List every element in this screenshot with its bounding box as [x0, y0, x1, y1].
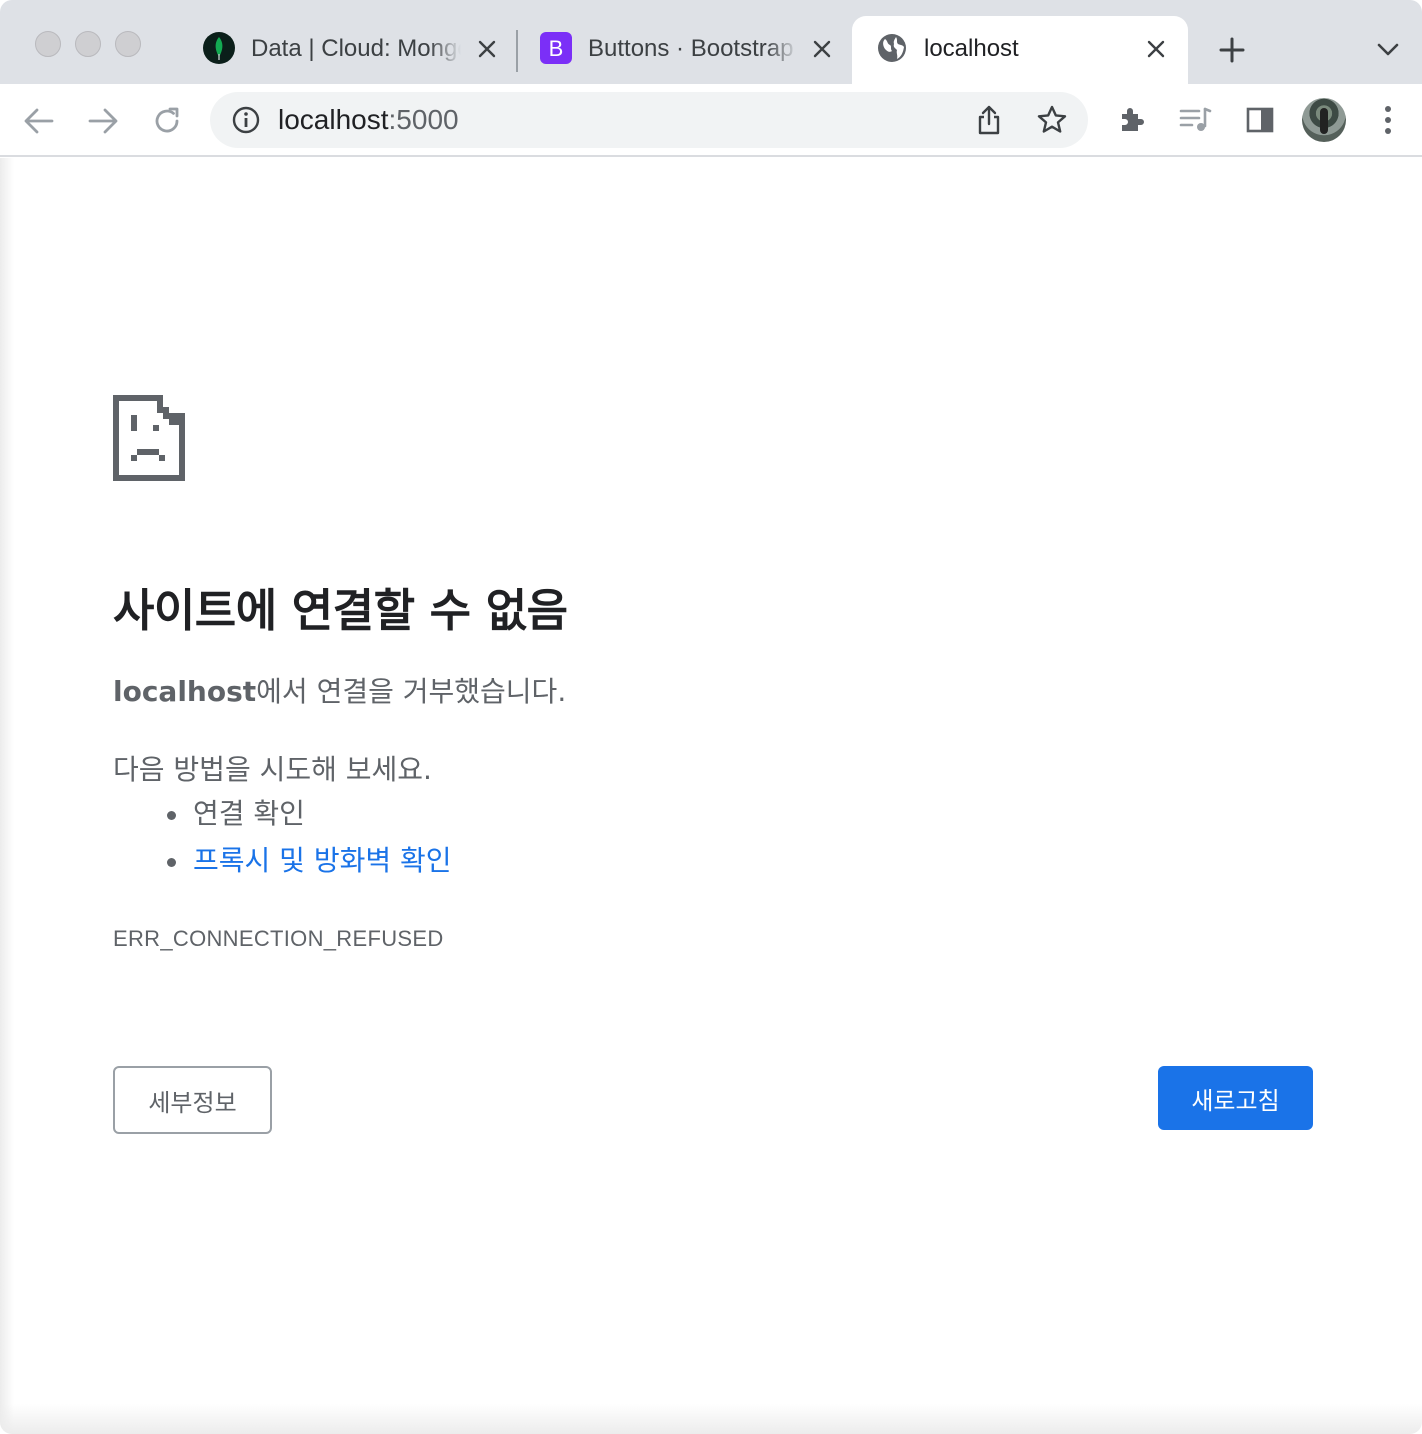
- url-port: :5000: [388, 104, 459, 135]
- error-heading: 사이트에 연결할 수 없음: [113, 584, 568, 637]
- sad-page-icon: [113, 395, 185, 481]
- url-host: localhost: [278, 104, 389, 135]
- tab-title: localhost: [924, 35, 1019, 62]
- reload-icon[interactable]: [148, 102, 186, 140]
- error-host: localhost: [113, 675, 257, 708]
- mongodb-leaf-icon: [203, 32, 235, 64]
- extensions-puzzle-icon[interactable]: [1114, 102, 1150, 138]
- suggestions-heading: 다음 방법을 시도해 보세요.: [113, 753, 432, 786]
- globe-icon: [876, 32, 908, 64]
- forward-button[interactable]: [84, 102, 122, 140]
- tab-title: Data | Cloud: MongoDB Cloud: [251, 35, 461, 62]
- profile-avatar[interactable]: [1302, 98, 1346, 142]
- tab-localhost[interactable]: localhost: [852, 16, 1188, 84]
- window-close-button[interactable]: [35, 31, 61, 57]
- suggestions-list: 연결 확인 프록시 및 방화벽 확인: [165, 795, 452, 889]
- error-code: ERR_CONNECTION_REFUSED: [113, 926, 444, 951]
- back-button[interactable]: [20, 102, 58, 140]
- share-icon[interactable]: [974, 104, 1004, 136]
- reload-button[interactable]: 새로고침: [1158, 1066, 1313, 1130]
- close-tab-icon[interactable]: [808, 35, 836, 63]
- window-zoom-button[interactable]: [115, 31, 141, 57]
- toolbar: localhost:5000: [0, 84, 1422, 157]
- window-shadow: [0, 158, 14, 1434]
- url-text[interactable]: localhost:5000: [278, 92, 459, 148]
- tab-title: Buttons · Bootstrap: [588, 35, 794, 62]
- tab-bootstrap[interactable]: B Buttons · Bootstrap: [540, 16, 840, 84]
- browser-window: Data | Cloud: MongoDB Cloud B Buttons · …: [0, 0, 1422, 1434]
- svg-text:B: B: [549, 36, 564, 61]
- close-tab-icon[interactable]: [1142, 35, 1170, 63]
- suggestion-check-proxy-firewall-link[interactable]: 프록시 및 방화벽 확인: [165, 842, 452, 889]
- details-button[interactable]: 세부정보: [113, 1066, 272, 1134]
- address-bar[interactable]: localhost:5000: [210, 92, 1088, 148]
- media-queue-icon[interactable]: [1178, 102, 1214, 138]
- window-minimize-button[interactable]: [75, 31, 101, 57]
- tab-separator: [516, 30, 518, 72]
- bookmark-star-icon[interactable]: [1036, 104, 1068, 136]
- close-tab-icon[interactable]: [473, 35, 501, 63]
- bootstrap-icon: B: [540, 32, 572, 64]
- tab-strip: Data | Cloud: MongoDB Cloud B Buttons · …: [0, 0, 1422, 84]
- error-description-rest: 에서 연결을 거부했습니다.: [256, 675, 567, 708]
- new-tab-button[interactable]: [1216, 34, 1248, 66]
- avatar-figure: [1320, 108, 1328, 134]
- side-panel-icon[interactable]: [1242, 102, 1278, 138]
- window-shadow: [0, 1404, 1422, 1434]
- menu-kebab-icon[interactable]: [1370, 102, 1406, 138]
- tab-mongodb[interactable]: Data | Cloud: MongoDB Cloud: [203, 16, 503, 84]
- site-info-icon[interactable]: [232, 106, 260, 134]
- error-description: localhost에서 연결을 거부했습니다.: [113, 670, 566, 710]
- suggestion-check-connection: 연결 확인: [165, 795, 452, 842]
- tab-search-chevron-down-icon[interactable]: [1374, 36, 1402, 64]
